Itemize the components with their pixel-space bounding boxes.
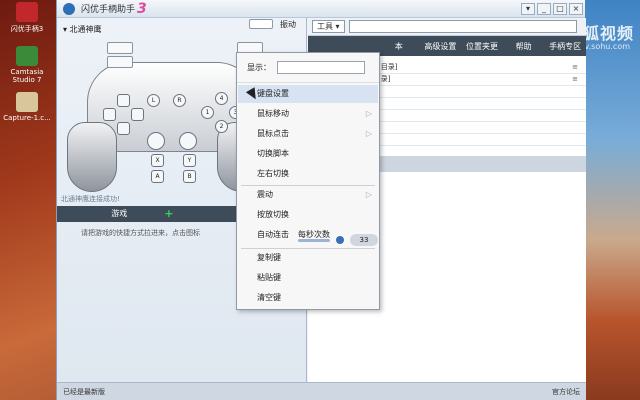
row-menu-icon[interactable]: ≡ (572, 63, 578, 71)
right-stick-key-b[interactable]: B (183, 170, 196, 183)
desktop-icon-camtasia[interactable]: Camtasia Studio 7 (3, 46, 51, 84)
function-key-l[interactable]: L (147, 94, 160, 107)
menu-item-label: 按放切换 (257, 210, 289, 219)
app-icon (16, 2, 38, 22)
key-context-menu: 显示： 键盘设置 鼠标移动 ▷ 鼠标点击 ▷ 切换脚本 左右切换 震动 ▷ 按放切换 … (236, 52, 380, 310)
toolbar-input[interactable] (348, 20, 577, 33)
menu-item-mouse-click[interactable]: 鼠标点击 ▷ (238, 125, 378, 143)
menu-item-label: 自动连击 (257, 230, 289, 239)
right-stick-key-y[interactable]: Y (183, 154, 196, 167)
desktop-background-right (585, 0, 640, 400)
menu-item-label: 左右切换 (257, 169, 289, 178)
frequency-value: 33 (350, 234, 378, 246)
row-menu-icon[interactable]: ≡ (572, 75, 578, 83)
display-input[interactable] (277, 61, 365, 74)
key-slot-l2[interactable] (107, 56, 133, 68)
menu-item-label: 震动 (257, 190, 273, 199)
menu-item-switch-script[interactable]: 切换脚本 (238, 145, 378, 163)
window-title-version: 3 (137, 0, 147, 17)
menu-item-auto-fire[interactable]: 自动连击 每秒次数 33 (238, 226, 378, 246)
vibration-toggle[interactable] (249, 19, 273, 29)
desktop-icon-capture[interactable]: Capture-1.c... (3, 92, 51, 122)
menu-item-label: 鼠标点击 (257, 129, 289, 138)
connection-status: 北通神鹰连接成功! (61, 195, 120, 203)
sohu-watermark-url: tv.sohu.com (581, 42, 630, 51)
menu-item-paste-key[interactable]: 粘贴键 (238, 269, 378, 287)
gamepad-left-grip (67, 122, 117, 192)
preset-selector[interactable]: ▾ 北通神鹰 (63, 24, 102, 35)
menu-item-left-right-switch[interactable]: 左右切换 (238, 165, 378, 183)
face-key-4[interactable]: 4 (215, 92, 228, 105)
menu-item-copy-key[interactable]: 复制键 (238, 249, 378, 267)
desktop-icon-label: Camtasia Studio 7 (10, 68, 44, 84)
file-icon (16, 92, 38, 112)
menu-display-row: 显示： (237, 53, 379, 83)
tab-help[interactable]: 帮助 (503, 41, 545, 52)
add-game-icon[interactable]: + (164, 206, 173, 222)
menu-item-vibration[interactable]: 震动 ▷ (238, 186, 378, 204)
left-stick-key-a[interactable]: A (151, 170, 164, 183)
menu-item-label: 键盘设置 (257, 89, 289, 98)
menu-item-label: 复制键 (257, 253, 281, 262)
close-button[interactable]: × (569, 2, 583, 15)
version-status: 已经是最新版 (63, 387, 105, 396)
key-slot-l1[interactable] (107, 42, 133, 54)
window-controls: ▾ _ □ × (521, 2, 585, 15)
desktop-icon-shanyou[interactable]: 闪优手柄3 (3, 2, 51, 34)
tab-gamepad-zone[interactable]: 手柄专区 (544, 41, 586, 52)
vibration-label: 振动 (280, 20, 296, 29)
drag-hint-text: 请把游戏的快捷方式拉进来，点击图标 (81, 229, 200, 237)
menu-dropdown-button[interactable]: ▾ (521, 2, 535, 15)
menu-item-mouse-move[interactable]: 鼠标移动 ▷ (238, 105, 378, 123)
function-key-r[interactable]: R (173, 94, 186, 107)
dpad-up-key[interactable] (117, 94, 130, 107)
menu-item-press-release-switch[interactable]: 按放切换 (238, 206, 378, 224)
dpad-left-key[interactable] (103, 108, 116, 121)
tab-games[interactable]: 游戏 + (57, 206, 182, 222)
list-item-label: [目录] (378, 63, 398, 71)
submenu-arrow-icon: ▷ (365, 190, 372, 199)
left-stick[interactable] (147, 132, 165, 150)
tab-position[interactable]: 位置夹更 (461, 41, 503, 52)
tab-label: 游戏 (111, 209, 128, 218)
tools-toolbar: 工具 ▾ (308, 18, 586, 36)
menu-item-label: 切换脚本 (257, 149, 289, 158)
window-title: 闪优手柄助手 (81, 5, 136, 15)
menu-item-label: 清空键 (257, 293, 281, 302)
face-key-2[interactable]: 2 (215, 120, 228, 133)
tab-advanced[interactable]: 高级设置 (420, 41, 462, 52)
app-logo-icon (63, 2, 75, 15)
frequency-slider-track[interactable] (298, 239, 330, 242)
display-label: 显示： (247, 63, 271, 72)
menu-item-label: 粘贴键 (257, 273, 281, 282)
desktop-icon-label: 闪优手柄3 (10, 25, 44, 33)
title-bar: 闪优手柄助手 3 ▾ _ □ × (57, 0, 585, 18)
menu-item-label: 鼠标移动 (257, 109, 289, 118)
camtasia-icon (16, 46, 38, 66)
minimize-button[interactable]: _ (537, 2, 551, 15)
desktop-icon-label: Capture-1.c... (3, 114, 51, 122)
right-stick[interactable] (179, 132, 197, 150)
frequency-slider-thumb[interactable] (336, 236, 344, 244)
dpad-down-key[interactable] (117, 122, 130, 135)
face-key-1[interactable]: 1 (201, 106, 214, 119)
menu-item-clear-key[interactable]: 清空键 (238, 289, 378, 307)
left-stick-key-x[interactable]: X (151, 154, 164, 167)
tools-dropdown[interactable]: 工具 ▾ (312, 20, 345, 33)
maximize-button[interactable]: □ (553, 2, 567, 15)
dpad-right-key[interactable] (131, 108, 144, 121)
tab-basic[interactable]: 本 (378, 41, 420, 52)
submenu-arrow-icon: ▷ (365, 109, 372, 118)
forum-link[interactable]: 官方论坛 (552, 387, 580, 397)
status-bar: 已经是最新版 官方论坛 (57, 382, 586, 400)
submenu-arrow-icon: ▷ (365, 129, 372, 138)
